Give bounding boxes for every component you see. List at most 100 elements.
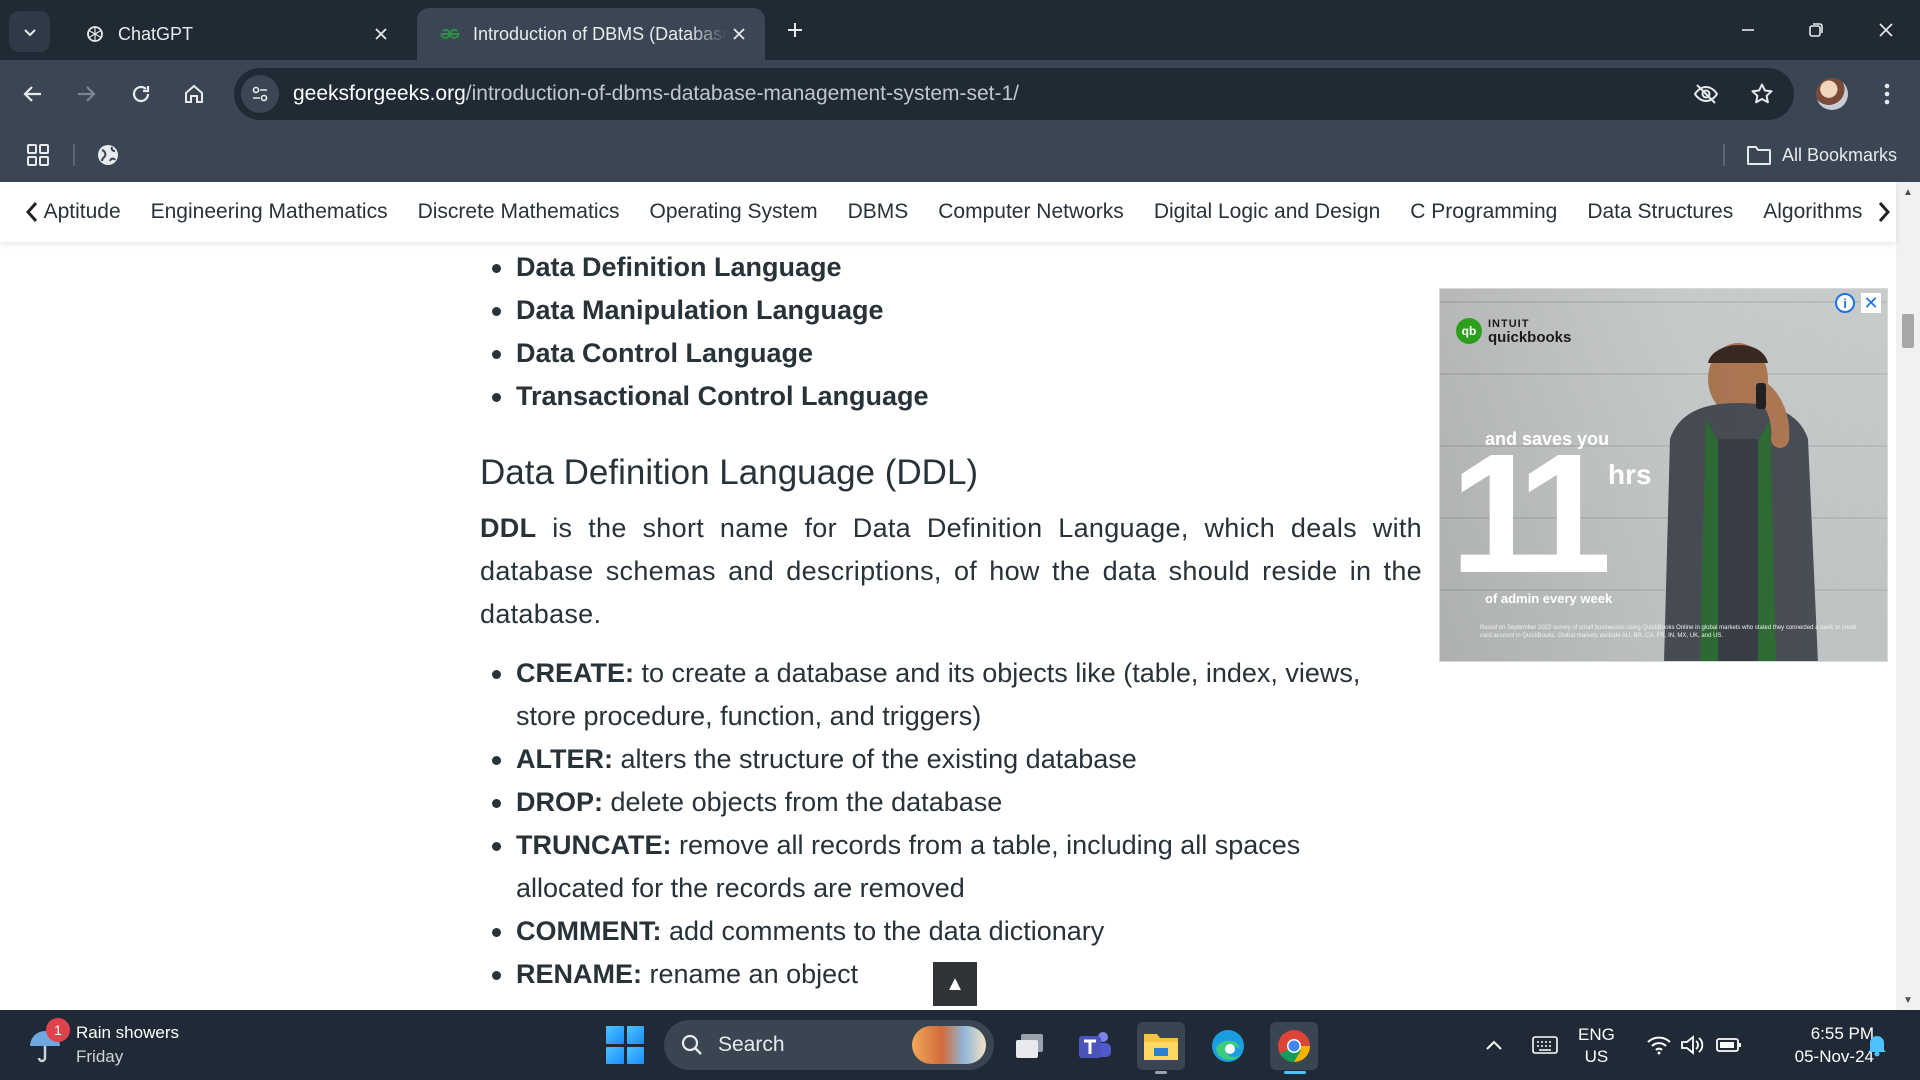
wifi-icon[interactable] <box>1646 1020 1672 1070</box>
chevron-left-icon[interactable] <box>20 197 44 227</box>
arrow-right-icon <box>78 86 96 102</box>
chrome-icon <box>1278 1030 1310 1062</box>
minimize-button[interactable] <box>1720 8 1776 52</box>
divider <box>73 144 75 166</box>
file-explorer-app[interactable] <box>1137 1022 1185 1074</box>
more-menu-button[interactable] <box>1872 74 1902 114</box>
weather-day: Friday <box>76 1047 124 1066</box>
url-path: /introduction-of-dbms-database-managemen… <box>465 82 1020 105</box>
profile-avatar[interactable] <box>1816 78 1848 110</box>
ad-tagline: of admin every week <box>1485 591 1613 606</box>
search-label: Search <box>718 1033 785 1056</box>
ad-close-icon[interactable]: ✕ <box>1861 293 1881 313</box>
restore-icon <box>1809 23 1823 37</box>
home-button[interactable] <box>174 74 214 114</box>
tab-chatgpt[interactable]: ChatGPT <box>62 8 407 60</box>
date: 05-Nov-24 <box>1794 1047 1874 1066</box>
start-button[interactable] <box>606 1026 644 1064</box>
eye-off-icon[interactable] <box>1688 76 1724 112</box>
volume-icon[interactable] <box>1680 1020 1704 1070</box>
touch-keyboard-button[interactable] <box>1532 1020 1558 1070</box>
restore-button[interactable] <box>1788 8 1844 52</box>
lang-bottom: US <box>1584 1047 1609 1066</box>
close-window-button[interactable] <box>1858 8 1914 52</box>
nav-item-algorithms[interactable]: Algorithms <box>1763 200 1862 224</box>
web-page: Aptitude Engineering Mathematics Discret… <box>0 182 1920 1010</box>
show-hidden-icons-button[interactable] <box>1484 1020 1504 1070</box>
notification-badge: 1 <box>46 1018 70 1042</box>
weather-title: Rain showers <box>76 1023 179 1042</box>
plus-icon <box>788 23 802 37</box>
list-item: RENAME: rename an object <box>480 953 1380 996</box>
geeksforgeeks-icon <box>439 23 461 45</box>
bookmarks-bar: All Bookmarks <box>0 128 1920 182</box>
tab-dbms[interactable]: Introduction of DBMS (Database Managemen… <box>417 8 765 60</box>
reload-button[interactable] <box>121 74 161 114</box>
ad-number: 11 <box>1450 419 1612 609</box>
close-icon[interactable] <box>727 22 751 46</box>
lang-top: ENG <box>1578 1025 1615 1044</box>
browser-chrome: ChatGPT Introduction of DBMS (Database M… <box>0 0 1920 182</box>
all-bookmarks-button[interactable]: All Bookmarks <box>1746 140 1897 170</box>
nav-item-digital-logic[interactable]: Digital Logic and Design <box>1154 200 1380 224</box>
command-desc: rename an object <box>642 959 859 989</box>
input-language[interactable]: ENG US <box>1578 1024 1615 1068</box>
ad-info-icon[interactable]: i <box>1835 293 1855 313</box>
task-view-button[interactable] <box>1006 1022 1054 1070</box>
scroll-up-arrow-icon[interactable]: ▲ <box>1902 186 1914 198</box>
command-name: COMMENT: <box>516 916 662 946</box>
nav-item-aptitude[interactable]: Aptitude <box>44 200 121 224</box>
tab-title: Introduction of DBMS (Database Managemen… <box>473 23 727 44</box>
umbrella-icon: 1 <box>24 1018 70 1066</box>
divider <box>1723 144 1725 166</box>
quickbooks-icon: qb <box>1456 318 1482 344</box>
edge-app[interactable] <box>1204 1022 1252 1070</box>
nav-item-dbms[interactable]: DBMS <box>848 200 909 224</box>
ad-unit: hrs <box>1608 459 1652 490</box>
star-icon[interactable] <box>1744 76 1780 112</box>
notification-bell-icon[interactable] <box>1866 1020 1888 1070</box>
nav-item-computer-networks[interactable]: Computer Networks <box>938 200 1124 224</box>
chrome-app[interactable] <box>1270 1022 1318 1074</box>
close-icon[interactable] <box>369 22 393 46</box>
running-indicator <box>1284 1071 1306 1074</box>
list-item: Data Control Language <box>480 332 1422 375</box>
nav-item-c-programming[interactable]: C Programming <box>1410 200 1557 224</box>
chevron-right-icon[interactable] <box>1872 197 1896 227</box>
ddl-paragraph: DDL is the short name for Data Definitio… <box>480 507 1422 636</box>
apps-grid-icon[interactable] <box>24 141 52 169</box>
globe-icon[interactable] <box>94 141 122 169</box>
url-text[interactable]: geeksforgeeks.org/introduction-of-dbms-d… <box>293 82 1019 106</box>
nav-item-operating-system[interactable]: Operating System <box>649 200 817 224</box>
command-desc: delete objects from the database <box>603 787 1003 817</box>
quickbooks-logo: qb INTUIT quickbooks <box>1456 317 1571 345</box>
minimize-icon <box>1742 29 1754 31</box>
running-indicator <box>1155 1071 1167 1074</box>
time: 6:55 PM <box>1810 1024 1874 1043</box>
arrow-left-icon <box>23 86 41 102</box>
command-desc: to create a database and its objects lik… <box>516 658 1361 731</box>
nav-item-engineering-mathematics[interactable]: Engineering Mathematics <box>151 200 388 224</box>
new-tab-button[interactable] <box>778 13 812 47</box>
back-button[interactable] <box>13 74 53 114</box>
teams-icon <box>1079 1032 1111 1058</box>
site-info-button[interactable] <box>241 75 279 113</box>
advertisement[interactable]: qb INTUIT quickbooks and saves you 11 hrs… <box>1439 288 1888 662</box>
scrollbar-thumb[interactable] <box>1902 314 1914 348</box>
nav-item-data-structures[interactable]: Data Structures <box>1587 200 1733 224</box>
clock[interactable]: 6:55 PM 05-Nov-24 <box>1764 1022 1874 1068</box>
windows-taskbar: 1 Rain showers Friday Search ENG US 6:55… <box>0 1010 1920 1080</box>
page-scrollbar[interactable]: ▲ ▼ <box>1896 182 1920 1010</box>
weather-widget[interactable]: 1 Rain showers Friday <box>24 1018 179 1072</box>
address-bar[interactable]: geeksforgeeks.org/introduction-of-dbms-d… <box>234 68 1794 120</box>
reload-icon <box>132 85 150 103</box>
taskbar-search[interactable]: Search <box>664 1020 994 1070</box>
forward-button[interactable] <box>66 74 106 114</box>
teams-app[interactable] <box>1071 1022 1119 1070</box>
ddl-command-list: CREATE: to create a database and its obj… <box>480 652 1380 996</box>
scroll-down-arrow-icon[interactable]: ▼ <box>1902 994 1914 1006</box>
scroll-to-top-button[interactable]: ▲ <box>933 962 977 1006</box>
nav-item-discrete-mathematics[interactable]: Discrete Mathematics <box>418 200 620 224</box>
battery-icon[interactable] <box>1716 1020 1742 1070</box>
tab-search-button[interactable] <box>9 11 50 52</box>
